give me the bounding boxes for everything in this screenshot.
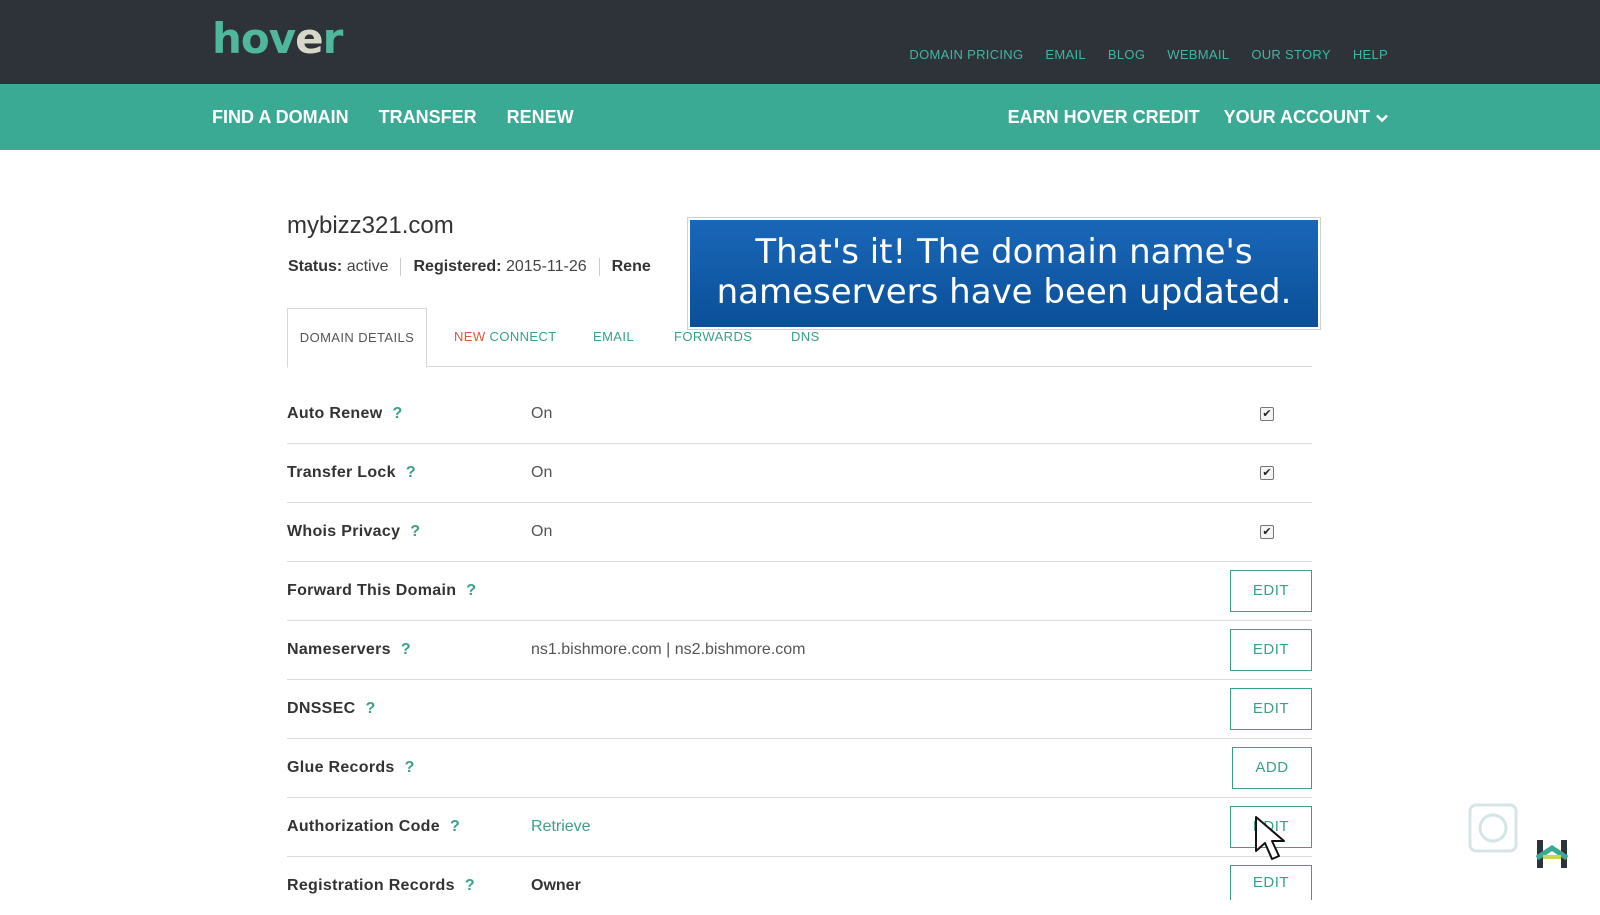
divider [400,258,402,276]
link-email[interactable]: EMAIL [1045,47,1086,62]
link-help[interactable]: HELP [1353,47,1388,62]
retrieve-link[interactable]: Retrieve [531,798,591,856]
help-icon[interactable]: ? [392,405,402,422]
row-transfer-lock: Transfer Lock? On ✔ [287,444,1312,503]
tab-domain-details[interactable]: DOMAIN DETAILS [287,308,427,368]
registration-edit-button[interactable]: EDIT [1230,865,1312,900]
domain-name-title: mybizz321.com [287,212,454,239]
tab-connect[interactable]: NEW CONNECT [454,308,557,366]
glue-records-add-button[interactable]: ADD [1232,747,1312,789]
channel-mark-icon [1535,838,1569,877]
caption-line-1: That's it! The domain name's [755,232,1253,272]
row-dnssec: DNSSEC? EDIT [287,680,1312,739]
row-registration-records: Registration Records? Owner EDIT [287,857,1312,915]
row-label: Whois Privacy [287,523,401,540]
account-label: YOUR ACCOUNT [1223,106,1370,127]
row-value: On [531,523,553,540]
top-links: DOMAIN PRICING EMAIL BLOG WEBMAIL OUR ST… [909,47,1388,62]
help-icon[interactable]: ? [410,523,420,540]
registration-owner-value: Owner [531,877,581,894]
renews-label: Rene [611,258,651,276]
transfer-lock-checkbox[interactable]: ✔ [1260,466,1274,480]
top-bar: hover DOMAIN PRICING EMAIL BLOG WEBMAIL … [0,0,1600,84]
nav-find-a-domain[interactable]: FIND A DOMAIN [212,107,349,128]
hover-logo[interactable]: hover [212,14,343,64]
row-label: DNSSEC [287,700,356,717]
row-nameservers: Nameservers? ns1.bishmore.com | ns2.bish… [287,621,1312,680]
row-value: On [531,464,553,481]
row-authorization-code: Authorization Code? Retrieve EDIT [287,798,1312,857]
row-label: Forward This Domain [287,582,457,599]
forward-edit-button[interactable]: EDIT [1230,570,1312,612]
help-icon[interactable]: ? [405,759,415,776]
row-label: Authorization Code [287,818,440,835]
nav-earn-hover-credit[interactable]: EARN HOVER CREDIT [1008,107,1200,128]
status-value: active [346,258,389,276]
row-label: Nameservers [287,641,391,658]
auto-renew-checkbox[interactable]: ✔ [1260,407,1274,421]
chevron-down-icon [1376,110,1388,126]
status-label: Status: [288,258,343,276]
help-icon[interactable]: ? [466,582,476,599]
help-icon[interactable]: ? [450,818,460,835]
row-value: On [531,405,553,422]
link-domain-pricing[interactable]: DOMAIN PRICING [909,47,1023,62]
registered-value: 2015-11-26 [505,258,587,276]
whois-privacy-checkbox[interactable]: ✔ [1260,525,1274,539]
watermark-icon [1468,803,1518,853]
nav-renew[interactable]: RENEW [507,107,574,128]
row-label: Registration Records [287,877,455,894]
row-auto-renew: Auto Renew? On ✔ [287,385,1312,444]
divider [598,258,600,276]
help-icon[interactable]: ? [365,700,375,717]
domain-details-list: Auto Renew? On ✔ Transfer Lock? On ✔ Who… [287,385,1312,915]
row-whois-privacy: Whois Privacy? On ✔ [287,503,1312,562]
row-label: Auto Renew [287,405,383,422]
nameservers-value: ns1.bishmore.com | ns2.bishmore.com [531,641,806,658]
dnssec-edit-button[interactable]: EDIT [1230,688,1312,730]
new-badge: NEW [454,329,486,344]
help-icon[interactable]: ? [406,464,416,481]
row-forward-this-domain: Forward This Domain? EDIT [287,562,1312,621]
main-nav: FIND A DOMAIN TRANSFER RENEW EARN HOVER … [0,84,1600,150]
link-blog[interactable]: BLOG [1108,47,1145,62]
help-icon[interactable]: ? [401,641,411,658]
row-glue-records: Glue Records? ADD [287,739,1312,798]
row-label: Glue Records [287,759,395,776]
nav-your-account[interactable]: YOUR ACCOUNT [1224,107,1388,128]
domain-meta: Status: active Registered: 2015-11-26 Rene [288,258,651,276]
mouse-cursor-icon [1254,815,1294,870]
link-our-story[interactable]: OUR STORY [1251,47,1331,62]
caption-banner: That's it! The domain name's nameservers… [688,218,1320,329]
nameservers-edit-button[interactable]: EDIT [1230,629,1312,671]
tab-email[interactable]: EMAIL [593,308,634,366]
nav-transfer[interactable]: TRANSFER [379,107,477,128]
row-label: Transfer Lock [287,464,396,481]
registered-label: Registered: [413,258,502,276]
link-webmail[interactable]: WEBMAIL [1167,47,1229,62]
tab-connect-label: CONNECT [489,329,557,344]
caption-line-2: nameservers have been updated. [716,272,1292,312]
help-icon[interactable]: ? [465,877,475,894]
